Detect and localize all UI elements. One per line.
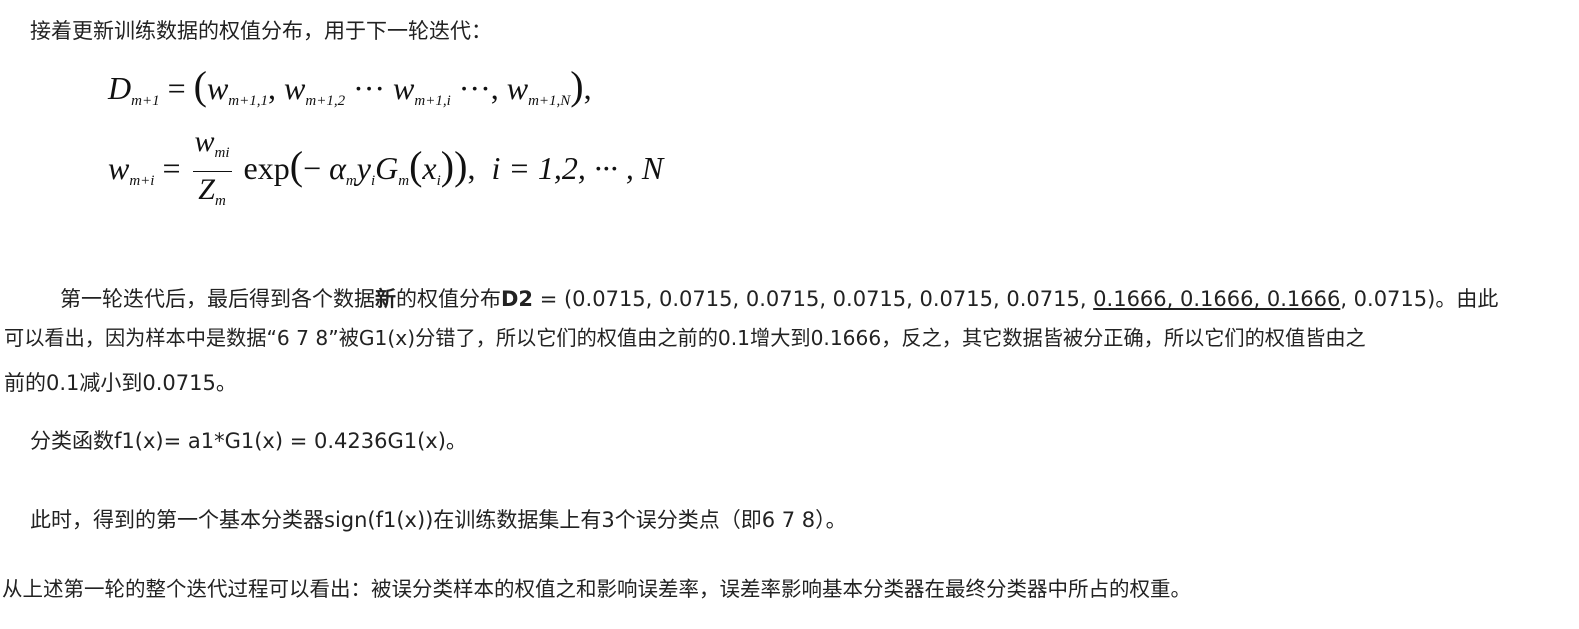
f1-w2-sub: m+1,2 (305, 93, 346, 109)
para1-line1: 第一轮迭代后，最后得到各个数据新的权值分布D2 = (0.0715, 0.071… (60, 284, 1498, 314)
f1-dots2: ···, (458, 70, 499, 106)
f2-x-open: ( (409, 142, 423, 188)
formula-weight-distribution: Dm+1 = (wm+1,1, wm+1,2 ··· wm+1,i ···, w… (108, 62, 592, 110)
f2-minus: − (303, 149, 322, 186)
para1-values: = (0.0715, 0.0715, 0.0715, 0.0715, 0.071… (533, 287, 1094, 311)
f2-alpha: α (329, 149, 346, 186)
para1-text-c: 的权值分布 (396, 287, 501, 311)
f1-lhs: D (108, 70, 132, 106)
f2-fraction: wmi Zm (192, 124, 232, 219)
f2-denominator: Zm (198, 173, 226, 209)
f1-w1: w (206, 70, 229, 106)
f2-eq: = (162, 149, 181, 186)
para1-new: 新 (375, 287, 396, 311)
para1-d2: D2 (501, 287, 534, 311)
f1-sep1: , (268, 70, 277, 106)
f1-w1-sub: m+1,1 (228, 93, 269, 109)
para1-underlined-values: 0.1666, 0.1666, 0.1666 (1093, 287, 1341, 311)
para1-tail: , 0.0715)。由此 (1340, 287, 1499, 311)
intro-text: 接着更新训练数据的权值分布，用于下一轮迭代： (30, 19, 492, 43)
f2-range: i = 1,2, ··· , N (491, 149, 664, 186)
f2-x: x (422, 149, 437, 186)
para1-line3: 前的0.1减小到0.0715。 (4, 371, 237, 395)
para1-line2: 可以看出，因为样本中是数据“6 7 8”被G1(x)分错了，所以它们的权值由之前… (4, 326, 1366, 350)
f2-G: G (375, 149, 399, 186)
f2-x-close: ) (440, 142, 455, 188)
f2-open: ( (289, 142, 304, 188)
f1-w3-sub: m+1,i (414, 93, 451, 109)
f1-eq: = (167, 70, 186, 106)
f1-w4-sub: m+1,N (528, 93, 571, 109)
f1-dots1: ··· (353, 70, 386, 106)
sign-text: 此时，得到的第一个基本分类器sign(f1(x))在训练数据集上有3个误分类点（… (30, 508, 847, 532)
f2-exp: exp (243, 149, 290, 186)
f2-comma: , (467, 149, 476, 186)
para1-text-a: 第一轮迭代后，最后得到各个数据 (60, 287, 375, 311)
f2-G-sub: m (398, 172, 410, 189)
conclusion-text: 从上述第一轮的整个迭代过程可以看出：被误分类样本的权值之和影响误差率，误差率影响… (2, 577, 1191, 601)
f2-close: ) (454, 142, 468, 188)
f2-lhs: w (108, 149, 130, 186)
f2-lhs-sub: m+i (129, 172, 155, 189)
f1-end: , (583, 70, 592, 106)
f2-y: y (356, 149, 371, 186)
classifier-text: 分类函数f1(x)= a1*G1(x) = 0.4236G1(x)。 (30, 429, 467, 453)
f1-lhs-sub: m+1 (131, 93, 160, 109)
f1-w3: w (393, 70, 415, 106)
f2-numerator: wmi (192, 124, 232, 172)
f1-w4: w (506, 70, 529, 106)
f1-open: ( (193, 63, 207, 108)
formula-weight-update: wm+i = wmi Zm exp(− αmyiGm(xi)), i = 1,2… (108, 124, 663, 219)
f1-close: ) (570, 63, 584, 108)
f1-w2: w (284, 70, 306, 106)
f2-alpha-sub: m (345, 172, 357, 189)
